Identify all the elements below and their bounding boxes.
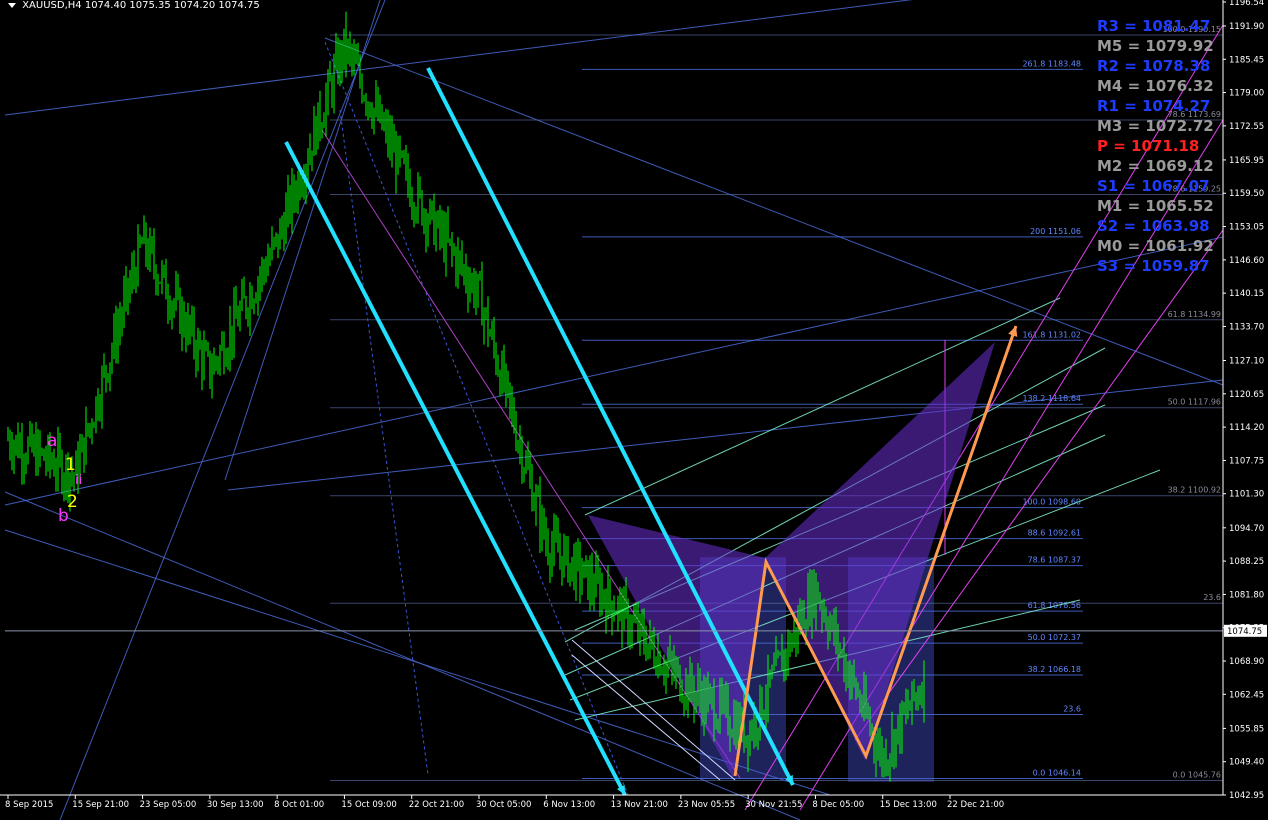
price-tag-label: 1074.75: [1227, 627, 1262, 637]
y-tick-label: 1179.00: [1229, 89, 1264, 99]
fib-level-label: 261.8 1183.48: [1022, 59, 1081, 68]
pivot-level: P = 1071.18: [1097, 137, 1200, 155]
y-tick-label: 1172.55: [1229, 122, 1264, 132]
fib-level-label: 23.6: [1063, 704, 1081, 713]
y-tick-label: 1042.95: [1229, 791, 1264, 801]
x-tick-label: 15 Oct 09:00: [341, 800, 396, 810]
wave-label: b: [58, 506, 69, 526]
fib-level-label: 100.0 1098.60: [1022, 498, 1081, 507]
pivot-level: M3 = 1072.72: [1097, 117, 1214, 135]
fib-level-label: 61.8 1134.99: [1168, 310, 1221, 319]
y-tick-label: 1088.25: [1229, 557, 1264, 567]
y-tick-label: 1081.80: [1229, 590, 1264, 600]
y-tick-label: 1101.30: [1229, 490, 1264, 500]
ohlc-readout: 1074.40 1075.35 1074.20 1074.75: [84, 0, 260, 11]
y-tick-label: 1153.05: [1229, 223, 1264, 233]
pivot-level: R3 = 1081.47: [1097, 17, 1211, 35]
x-tick-label: 23 Nov 05:55: [678, 800, 735, 810]
y-tick-label: 1165.95: [1229, 156, 1264, 166]
chart-menu-icon[interactable]: [8, 2, 16, 8]
x-tick-label: 30 Oct 05:00: [476, 800, 531, 810]
chart-background: [0, 0, 1268, 820]
x-tick-label: 22 Oct 21:00: [409, 800, 464, 810]
fib-level-label: 161.8 1131.02: [1022, 330, 1081, 339]
pivot-level: M4 = 1076.32: [1097, 77, 1214, 95]
y-tick-label: 1185.45: [1229, 55, 1264, 65]
fib-level-label: 0.0 1046.14: [1033, 769, 1081, 778]
pivot-level: S2 = 1063.98: [1097, 217, 1210, 235]
y-tick-label: 1114.20: [1229, 423, 1264, 433]
y-tick-label: 1107.75: [1229, 456, 1264, 466]
x-tick-label: 13 Nov 21:00: [611, 800, 668, 810]
symbol-timeframe: XAUUSD,H4: [22, 0, 82, 11]
y-tick-label: 1133.70: [1229, 322, 1264, 332]
wave-label: ii: [75, 473, 83, 488]
price-chart[interactable]: 261.8 1183.48 200 1151.06 161.8 1131.02 1 38…: [0, 0, 1268, 820]
fib-level-label: 200 1151.06: [1030, 227, 1081, 236]
fib-level-label: 50.0 1072.37: [1028, 633, 1081, 642]
pivot-level: S1 = 1067.07: [1097, 177, 1210, 195]
x-tick-label: 8 Sep 2015: [5, 800, 53, 810]
y-tick-label: 1191.90: [1229, 22, 1264, 32]
x-tick-label: 15 Dec 13:00: [880, 800, 937, 810]
x-tick-label: 6 Nov 13:00: [543, 800, 595, 810]
pivot-level: M1 = 1065.52: [1097, 197, 1214, 215]
fib-level-label: 50.0 1117.96: [1168, 398, 1221, 407]
pivot-level: M2 = 1069.12: [1097, 157, 1214, 175]
y-tick-label: 1049.40: [1229, 758, 1264, 768]
chart-header: XAUUSD,H4 1074.40 1075.35 1074.20 1074.7…: [8, 0, 260, 11]
x-tick-label: 30 Sep 13:00: [207, 800, 264, 810]
y-tick-label: 1094.70: [1229, 524, 1264, 534]
pivot-level: S3 = 1059.87: [1097, 257, 1210, 275]
x-tick-label: 15 Sep 21:00: [72, 800, 129, 810]
pivot-levels-panel: R3 = 1081.47 M5 = 1079.92 R2 = 1078.38 M4 =…: [1097, 16, 1227, 276]
y-tick-label: 1127.10: [1229, 357, 1264, 367]
y-tick-label: 1062.45: [1229, 690, 1264, 700]
x-tick-label: 30 Nov 21:55: [745, 800, 802, 810]
y-tick-label: 1120.65: [1229, 390, 1264, 400]
pivot-level: R2 = 1078.38: [1097, 57, 1211, 75]
y-tick-label: 1055.85: [1229, 724, 1264, 734]
fib-level-label: 88.6 1092.61: [1028, 529, 1081, 538]
pivot-level: M0 = 1061.92: [1097, 237, 1214, 255]
wave-label: 1: [65, 455, 76, 475]
x-tick-label: 23 Sep 05:00: [140, 800, 197, 810]
y-tick-label: 1146.60: [1229, 256, 1264, 266]
fib-level-label: 0.0 1045.76: [1173, 770, 1221, 779]
y-tick-label: 1140.15: [1229, 289, 1264, 299]
fib-level-label: 23.6: [1203, 593, 1221, 602]
fib-level-label: 78.6 1087.37: [1028, 556, 1081, 565]
fib-level-label: 38.2 1066.18: [1028, 665, 1081, 674]
x-tick-label: 8 Dec 05:00: [812, 800, 864, 810]
fib-level-label: 38.2 1100.92: [1168, 486, 1221, 495]
y-tick-label: 1068.90: [1229, 657, 1264, 667]
pivot-level: M5 = 1079.92: [1097, 37, 1214, 55]
x-tick-label: 22 Dec 21:00: [947, 800, 1004, 810]
y-tick-label: 1159.50: [1229, 189, 1264, 199]
x-tick-label: 8 Oct 01:00: [274, 800, 324, 810]
y-tick-label: 1196.54: [1229, 0, 1264, 8]
pivot-level: R1 = 1074.27: [1097, 97, 1211, 115]
wave-label: a: [47, 431, 58, 451]
